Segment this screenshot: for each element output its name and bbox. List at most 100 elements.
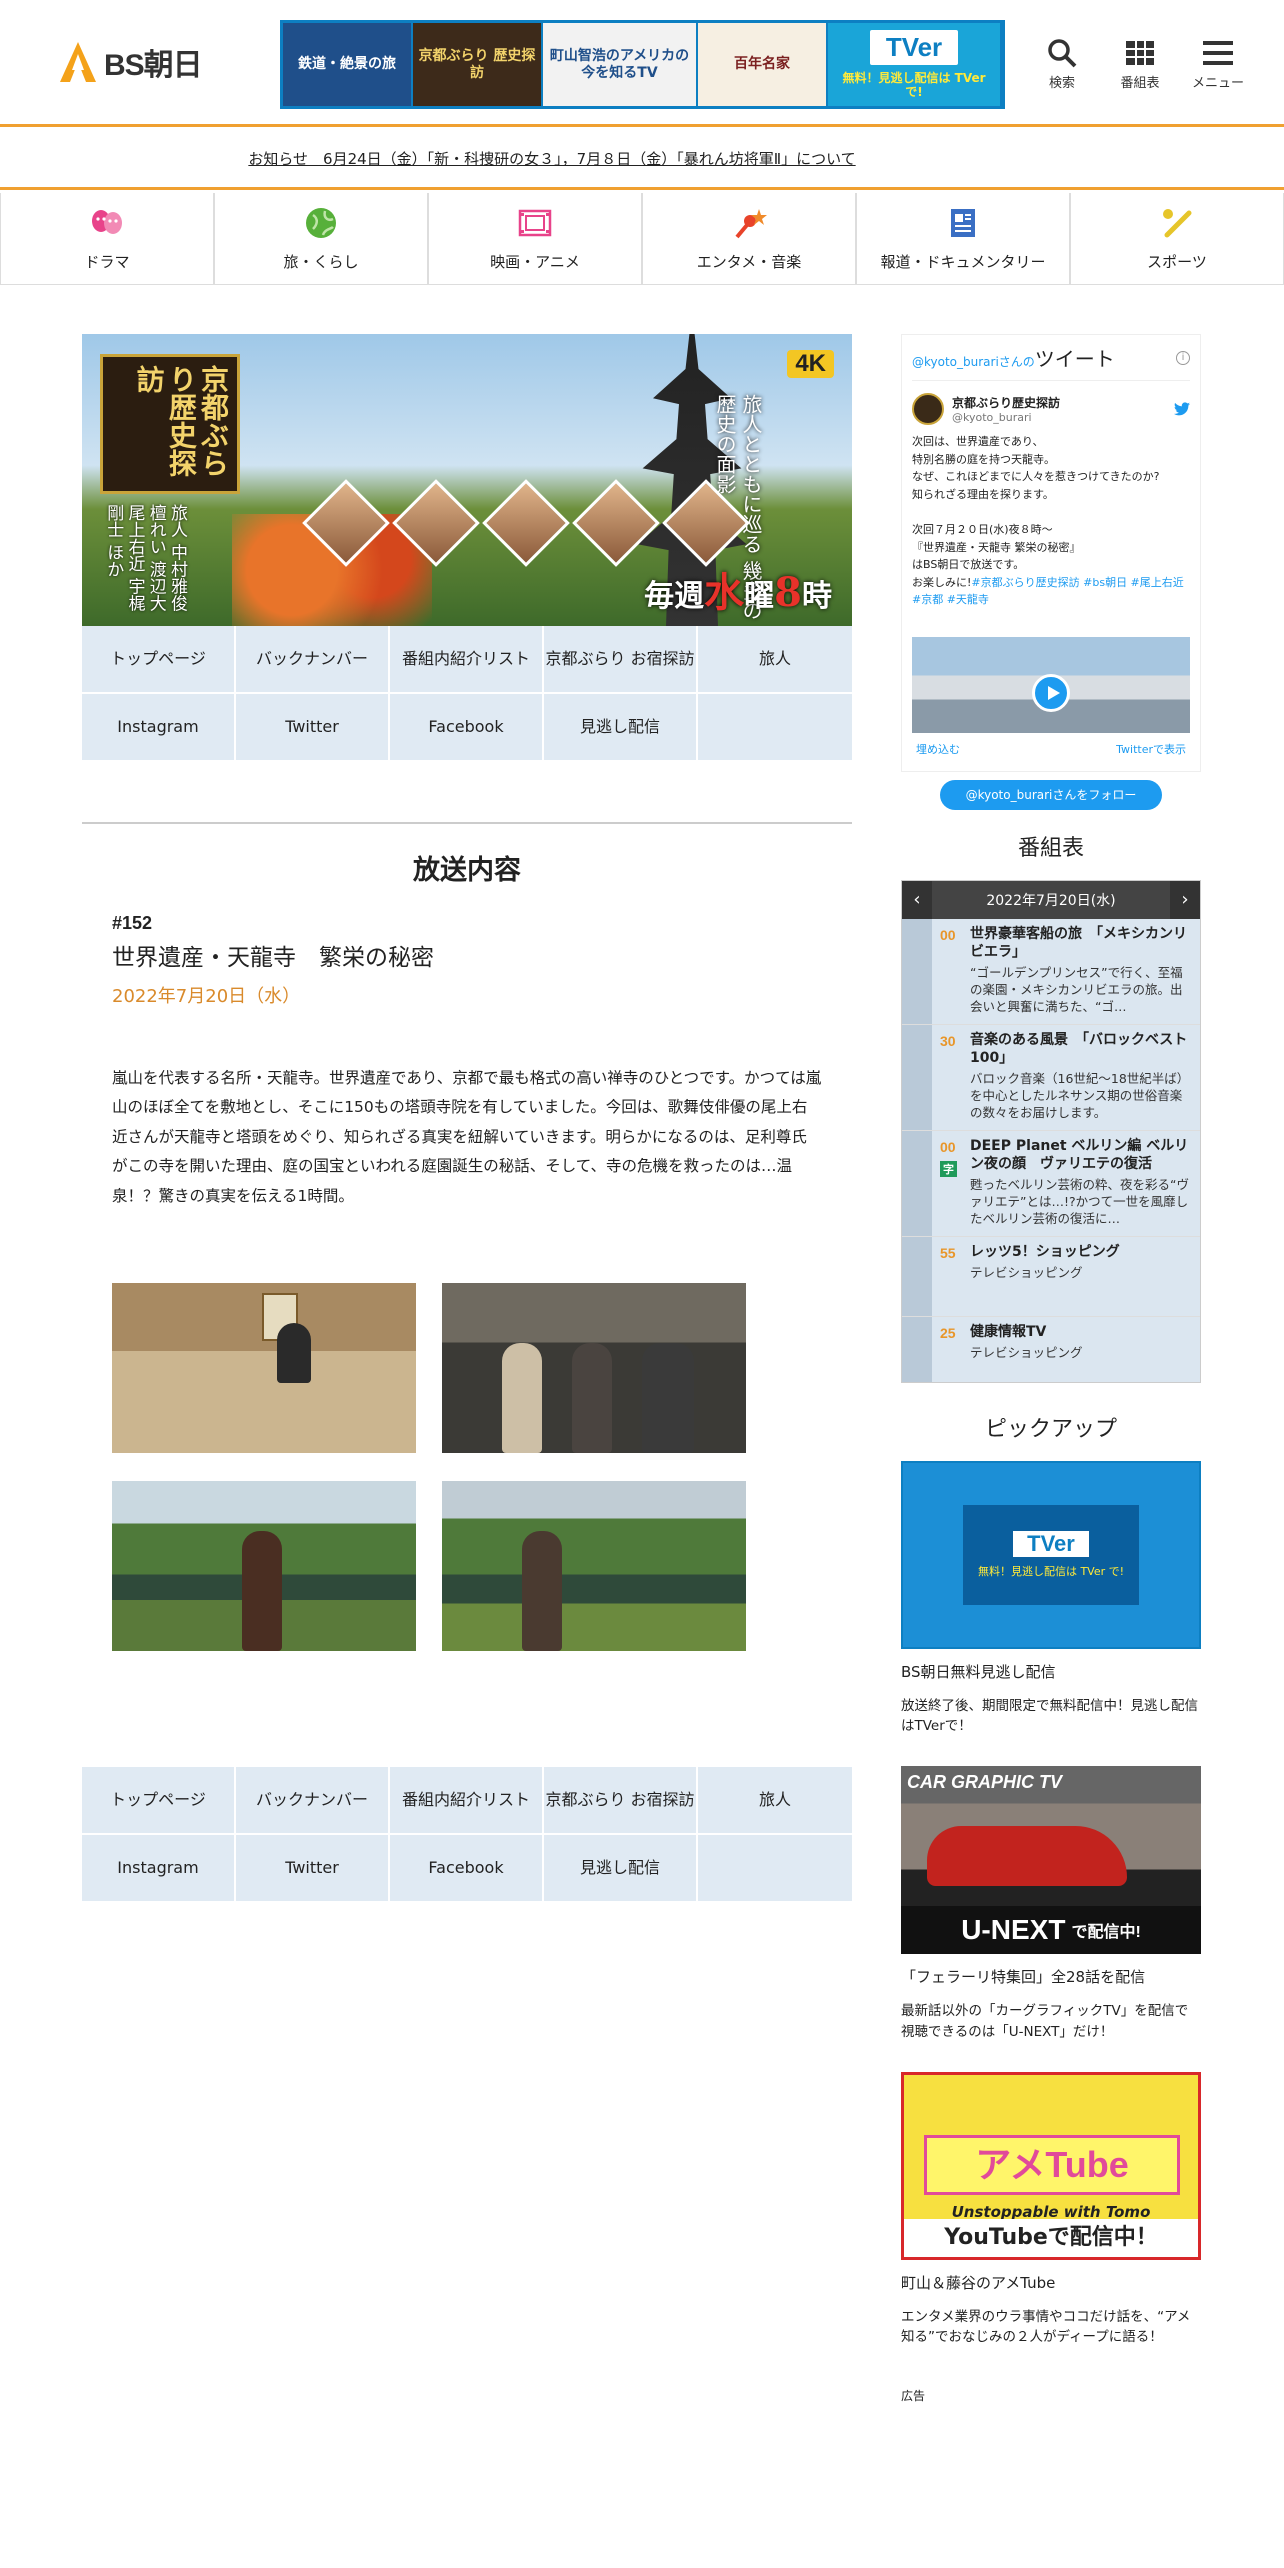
twitter-head-handle[interactable]: @kyoto_burariさんの	[912, 355, 1035, 369]
pickup-item-tver[interactable]: TVer 無料！見逃し配信は TVer で! BS朝日無料見逃し配信 放送終了後…	[901, 1460, 1201, 1737]
epg-item-desc: 甦ったベルリン芸術の粋、夜を彩る“ヴァリエテ”とは…!?かつて一世を風靡したベル…	[970, 1177, 1189, 1227]
pickup-item-desc: 放送終了後、期間限定で無料配信中！見逃し配信はTVerで！	[901, 1697, 1198, 1735]
tver-logo: TVer	[869, 29, 959, 65]
pickup-image[interactable]: TVer 無料！見逃し配信は TVer で!	[901, 1460, 1201, 1649]
follow-button[interactable]: @kyoto_burariさんをフォロー	[940, 779, 1162, 810]
pickup-image[interactable]: CAR GRAPHIC TV U-NEXT で配信中!	[901, 1766, 1201, 1955]
nav-intro-list[interactable]: 番組内紹介リスト	[390, 626, 544, 694]
airtime-hour: 8	[774, 569, 802, 616]
tweet-body-text: 次回は、世界遺産であり、 特別名勝の庭を持つ天龍寺。 なぜ、これほどまでに人々を…	[912, 435, 1160, 589]
epg-item-desc: テレビショッピング	[970, 1345, 1083, 1361]
epg-item[interactable]: 30 音楽のある風景 「バロックベスト100」 バロック音楽（16世紀～18世紀半…	[902, 1024, 1200, 1131]
info-icon[interactable]: i	[1176, 350, 1190, 365]
epg-item[interactable]: 25 健康情報TV テレビショッピング	[902, 1316, 1200, 1382]
pickup-item-ametube[interactable]: アメTube Unstoppable with Tomo YouTubeで配信中…	[901, 2071, 1201, 2348]
category-label: 旅・くらし	[283, 253, 359, 271]
pickup-item-title[interactable]: 「フェラーリ特集回」全28話を配信	[901, 1966, 1201, 1987]
airtime-prefix: 毎週	[644, 579, 705, 614]
category-drama[interactable]: ドラマ	[0, 193, 214, 284]
logo-mark-icon	[60, 42, 96, 82]
hero-airtime: 毎週水曜8時	[644, 560, 832, 618]
epg-minute: 25	[940, 1324, 956, 1341]
pickup-item-desc: エンタメ業界のウラ事情やココだけ話を、“アメ知る”でおなじみの２人がディープに語…	[901, 2308, 1191, 2346]
category-sports[interactable]: スポーツ	[1070, 193, 1284, 284]
nav-instagram[interactable]: Instagram	[82, 1835, 236, 1904]
person-figure	[572, 1343, 612, 1454]
film-strip-icon	[518, 209, 552, 237]
tweet-video-thumbnail[interactable]	[912, 636, 1190, 733]
epg-minute: 00	[940, 926, 956, 943]
notice-link[interactable]: お知らせ 6月24日（金）「新・科捜研の女３」，7月８日（金）「暴れん坊将軍Ⅱ」…	[248, 148, 855, 169]
epg-prev-button[interactable]: ‹	[902, 880, 932, 919]
schedule-grid-icon	[1126, 41, 1154, 65]
schedule-button[interactable]: 番組表	[1114, 36, 1166, 91]
nav-facebook[interactable]: Facebook	[390, 1835, 544, 1904]
drama-masks-icon	[92, 210, 122, 234]
top-ad-banner[interactable]: 鉄道・絶景の旅 京都ぶらり 歴史探訪 町山智浩のアメリカの今を知るTV 百年名家…	[280, 20, 1005, 109]
nav-travelers[interactable]: 旅人	[698, 1767, 852, 1836]
unext-logo: U-NEXT	[961, 1914, 1066, 1946]
epg-item[interactable]: 00 字 DEEP Planet ベルリン編 ベルリン夜の顔 ヴァリエテの復活 甦っ…	[902, 1130, 1200, 1237]
category-movie-anime[interactable]: 映画・アニメ	[428, 193, 642, 284]
nav-oyado[interactable]: 京都ぶらり お宿探訪	[544, 626, 698, 694]
pickup-image[interactable]: アメTube Unstoppable with Tomo YouTubeで配信中…	[901, 2071, 1201, 2260]
nav-intro-list[interactable]: 番組内紹介リスト	[390, 1767, 544, 1836]
nav-back-number[interactable]: バックナンバー	[236, 626, 390, 694]
nav-oyado[interactable]: 京都ぶらり お宿探訪	[544, 1767, 698, 1836]
nav-facebook[interactable]: Facebook	[390, 694, 544, 762]
cast-portrait	[572, 479, 660, 567]
main-content: 京都ぶらり歴史探訪 4K 旅人とともに巡る 幾多の歴史の面影 旅人 中村雅俊 檀…	[82, 334, 852, 1904]
epg-gutter	[902, 918, 932, 1024]
nav-twitter[interactable]: Twitter	[236, 1835, 390, 1904]
tver-logo: TVer	[1013, 1530, 1089, 1557]
ad-label: 広告	[901, 2389, 926, 2404]
search-label: 検索	[1048, 76, 1075, 91]
epg-next-button[interactable]: ›	[1170, 880, 1200, 919]
twitter-widget-header: @kyoto_burariさんのツイート i	[912, 343, 1190, 381]
pickup-item-unext[interactable]: CAR GRAPHIC TV U-NEXT で配信中! 「フェラーリ特集回」全28…	[901, 1766, 1201, 2042]
epg-item-title: 健康情報TV	[970, 1323, 1047, 1340]
tweet-account[interactable]: 京都ぶらり歴史探訪 @kyoto_burari	[912, 393, 1190, 425]
hero-cast-list: 旅人 中村雅俊 檀れい 渡辺大 尾上右近 宇梶剛士 ほか	[103, 504, 187, 612]
person-figure	[642, 1343, 694, 1454]
nav-top-page[interactable]: トップページ	[82, 1767, 236, 1836]
nav-instagram[interactable]: Instagram	[82, 694, 236, 762]
tver-panel: TVer 無料！見逃し配信は TVer で!	[963, 1504, 1139, 1605]
epg-item[interactable]: 00 世界豪華客船の旅 「メキシカンリビエラ」 “ゴールデンプリンセス”で行く、至…	[902, 918, 1200, 1025]
play-icon[interactable]	[1032, 673, 1070, 712]
newspaper-icon	[951, 209, 975, 237]
nav-twitter[interactable]: Twitter	[236, 694, 390, 762]
nav-travelers[interactable]: 旅人	[698, 626, 852, 694]
view-on-twitter-link[interactable]: Twitterで表示	[1116, 741, 1186, 757]
tweet-text: 次回は、世界遺産であり、 特別名勝の庭を持つ天龍寺。 なぜ、これほどまでに人々を…	[912, 433, 1190, 609]
cast-portrait	[482, 479, 570, 567]
pickup-item-title[interactable]: BS朝日無料見逃し配信	[901, 1661, 1201, 1682]
episode-date: 2022年7月20日（水）	[112, 986, 301, 1007]
nav-top-page[interactable]: トップページ	[82, 626, 236, 694]
epg-item-desc: テレビショッピング	[970, 1265, 1083, 1281]
person-figure	[502, 1343, 542, 1454]
program-guide-widget: ‹ 2022年7月20日(水) › 00 世界豪華客船の旅 「メキシカンリビエラ…	[901, 879, 1201, 1383]
category-news-documentary[interactable]: 報道・ドキュメンタリー	[856, 193, 1070, 284]
epg-item[interactable]: 55 レッツ5！ショッピング テレビショッピング	[902, 1236, 1200, 1317]
menu-button[interactable]: メニュー	[1192, 36, 1244, 91]
search-button[interactable]: 検索	[1036, 36, 1088, 91]
airtime-mid: 曜	[744, 579, 775, 614]
nav-back-number[interactable]: バックナンバー	[236, 1767, 390, 1836]
epg-minute-value: 00	[940, 1138, 956, 1155]
bs-asahi-logo[interactable]: BS朝日	[58, 40, 203, 84]
tver-note: 無料！見逃し配信は TVer で!	[842, 70, 986, 100]
banner-segment-tver: TVer 無料！見逃し配信は TVer で!	[828, 23, 1002, 106]
banner-segment-america: 町山智浩のアメリカの今を知るTV	[543, 23, 698, 106]
pickup-item-title[interactable]: 町山＆藤谷のアメTube	[901, 2272, 1201, 2293]
category-travel[interactable]: 旅・くらし	[214, 193, 428, 284]
search-icon	[1048, 39, 1077, 68]
episode-photo	[112, 1481, 416, 1652]
nav-missed-stream[interactable]: 見逃し配信	[544, 1835, 698, 1904]
epg-minute: 55	[940, 1244, 956, 1261]
embed-link[interactable]: 埋め込む	[916, 741, 960, 757]
category-label: ドラマ	[84, 253, 130, 271]
youtube-banner: YouTubeで配信中！	[904, 2218, 1198, 2257]
nav-missed-stream[interactable]: 見逃し配信	[544, 694, 698, 762]
category-entertainment[interactable]: エンタメ・音楽	[642, 193, 856, 284]
